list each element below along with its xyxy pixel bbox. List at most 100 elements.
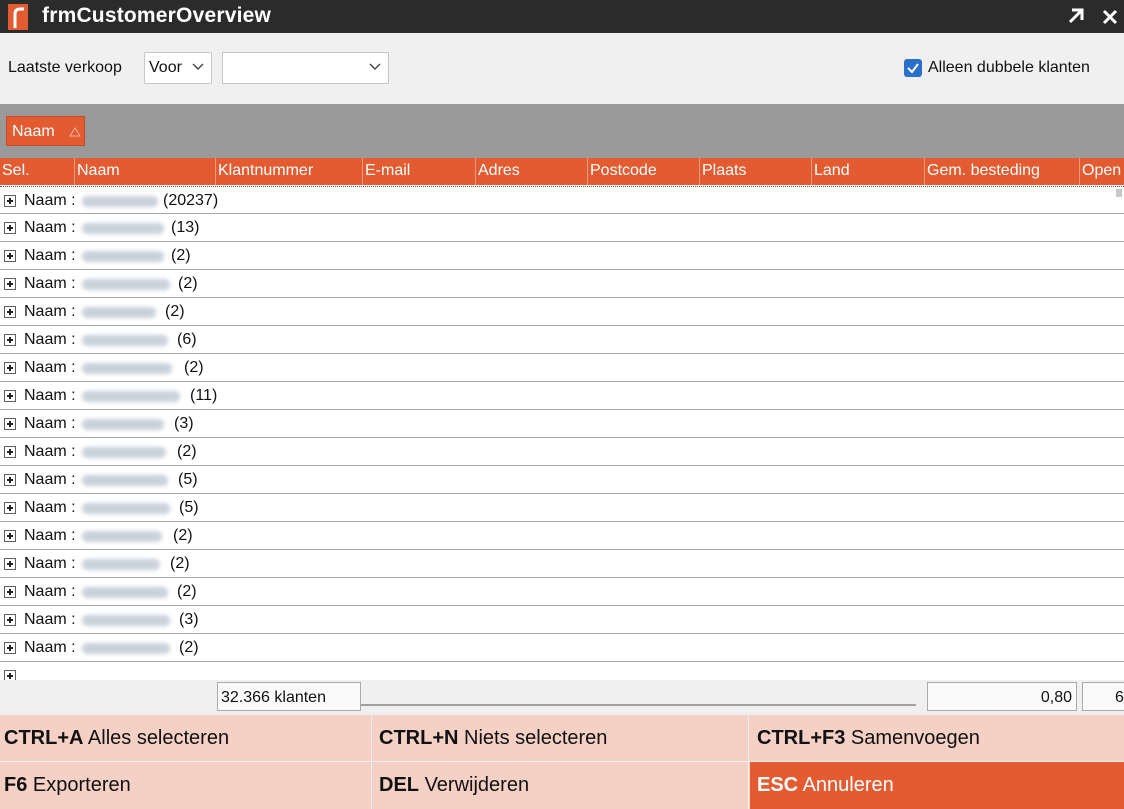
group-row[interactable]: Naam : (5) xyxy=(0,466,1124,494)
column-plaats[interactable]: Plaats xyxy=(700,158,812,185)
customer-count-summary: 32.366 klanten xyxy=(217,682,361,711)
group-row[interactable]: Naam : (2) xyxy=(0,242,1124,270)
select-all-button[interactable]: CTRL+A Alles selecteren xyxy=(0,715,372,762)
plus-expand-icon[interactable] xyxy=(4,530,16,542)
group-row-label: Naam : xyxy=(24,443,76,460)
redacted-name xyxy=(82,559,160,570)
select-all-shortcut: CTRL+A xyxy=(4,727,84,749)
group-row[interactable]: Naam : (11) xyxy=(0,382,1124,410)
plus-expand-icon[interactable] xyxy=(4,642,16,654)
redacted-name xyxy=(82,587,168,598)
group-row[interactable]: Naam : (6) xyxy=(0,326,1124,354)
column-email[interactable]: E-mail xyxy=(363,158,476,185)
group-row[interactable]: Naam : (13) xyxy=(0,214,1124,242)
plus-expand-icon[interactable] xyxy=(4,418,16,430)
group-row-count: (2) xyxy=(171,247,191,264)
redacted-name xyxy=(82,391,180,402)
column-postcode[interactable]: Postcode xyxy=(588,158,700,185)
plus-expand-icon[interactable] xyxy=(4,446,16,458)
group-row-count: (5) xyxy=(178,471,198,488)
column-header: Sel. Naam Klantnummer E-mail Adres Postc… xyxy=(0,158,1124,185)
select-none-label: Niets selecteren xyxy=(464,727,608,749)
date-select[interactable] xyxy=(222,52,389,84)
plus-expand-icon[interactable] xyxy=(4,558,16,570)
delete-shortcut: DEL xyxy=(379,774,419,796)
redacted-name xyxy=(82,335,168,346)
group-row[interactable]: Naam : (2) xyxy=(0,578,1124,606)
duplicates-only-checkbox[interactable] xyxy=(904,59,922,77)
group-row[interactable]: Naam : (5) xyxy=(0,494,1124,522)
plus-expand-icon[interactable] xyxy=(4,586,16,598)
maximize-arrow-icon[interactable] xyxy=(1064,4,1088,28)
plus-expand-icon[interactable] xyxy=(4,362,16,374)
redacted-name xyxy=(82,615,170,626)
group-row-count: (2) xyxy=(177,583,197,600)
group-row[interactable]: Naam : (2) xyxy=(0,550,1124,578)
group-row[interactable]: Naam : (2) xyxy=(0,270,1124,298)
customer-count-value: 32.366 klanten xyxy=(221,689,326,706)
plus-expand-icon[interactable] xyxy=(4,278,16,290)
column-open[interactable]: Open xyxy=(1080,158,1124,185)
group-row-label: Naam : xyxy=(24,387,76,404)
group-row-label: Naam : xyxy=(24,331,76,348)
group-row[interactable]: Naam : (3) xyxy=(0,606,1124,634)
select-none-button[interactable]: CTRL+N Niets selecteren xyxy=(373,715,749,762)
horizontal-scrollbar[interactable] xyxy=(361,704,916,706)
export-label: Exporteren xyxy=(32,774,131,796)
plus-expand-icon[interactable] xyxy=(4,502,16,514)
cancel-button[interactable]: ESC Annuleren xyxy=(750,762,1124,809)
group-row[interactable]: Naam : (3) xyxy=(0,410,1124,438)
group-row-label: Naam : xyxy=(24,275,76,292)
plus-expand-icon[interactable] xyxy=(4,222,16,234)
group-row-count: (13) xyxy=(171,219,200,236)
plus-expand-icon[interactable] xyxy=(4,195,16,207)
export-shortcut: F6 xyxy=(4,774,28,796)
plus-expand-icon[interactable] xyxy=(4,250,16,262)
group-row[interactable]: Naam : (2) xyxy=(0,354,1124,382)
redacted-name xyxy=(82,251,164,262)
export-button[interactable]: F6 Exporteren xyxy=(0,762,372,809)
delete-button[interactable]: DEL Verwijderen xyxy=(373,762,749,809)
group-chip-naam[interactable]: Naam xyxy=(6,116,85,146)
open-value: 6 xyxy=(1115,689,1124,706)
group-row-label: Naam : xyxy=(24,359,76,376)
scroll-indicator xyxy=(1116,189,1122,197)
group-row[interactable]: Naam : (2) xyxy=(0,298,1124,326)
operator-select[interactable]: Voor xyxy=(144,52,212,84)
plus-expand-icon[interactable] xyxy=(4,306,16,318)
column-adres[interactable]: Adres xyxy=(476,158,588,185)
cancel-label: Annuleren xyxy=(802,774,894,796)
column-naam[interactable]: Naam xyxy=(75,158,216,185)
cancel-shortcut: ESC xyxy=(757,774,799,796)
redacted-name xyxy=(82,643,170,654)
group-chip-label: Naam xyxy=(12,123,55,140)
group-row[interactable]: Naam : (2) xyxy=(0,522,1124,550)
plus-expand-icon[interactable] xyxy=(4,474,16,486)
group-row[interactable]: Naam : (20237) xyxy=(0,186,1124,214)
last-sale-label: Laatste verkoop xyxy=(8,59,122,76)
group-row-partial[interactable] xyxy=(0,662,1124,680)
plus-expand-icon[interactable] xyxy=(4,614,16,626)
column-klantnummer[interactable]: Klantnummer xyxy=(216,158,363,185)
close-icon[interactable] xyxy=(1098,4,1122,28)
group-row-label: Naam : xyxy=(24,219,76,236)
group-row[interactable]: Naam : (2) xyxy=(0,634,1124,662)
group-by-panel: Naam xyxy=(0,104,1124,158)
group-row-count: (2) xyxy=(178,275,198,292)
plus-expand-icon[interactable] xyxy=(4,390,16,402)
column-sel[interactable]: Sel. xyxy=(0,158,75,185)
group-row-label: Naam : xyxy=(24,471,76,488)
customer-grid[interactable]: Naam : (20237) Naam : (13) Naam : (2) Na… xyxy=(0,185,1124,680)
checkmark-icon xyxy=(907,63,919,74)
group-row-count: (3) xyxy=(174,415,194,432)
group-row[interactable]: Naam : (2) xyxy=(0,438,1124,466)
column-gem-besteding[interactable]: Gem. besteding xyxy=(925,158,1080,185)
plus-expand-icon[interactable] xyxy=(4,670,16,680)
window-title: frmCustomerOverview xyxy=(42,4,272,27)
group-row-label: Naam : xyxy=(24,192,76,209)
plus-expand-icon[interactable] xyxy=(4,334,16,346)
column-land[interactable]: Land xyxy=(812,158,925,185)
chevron-down-icon xyxy=(368,60,382,74)
merge-button[interactable]: CTRL+F3 Samenvoegen xyxy=(750,715,1124,762)
merge-shortcut: CTRL+F3 xyxy=(757,727,846,749)
